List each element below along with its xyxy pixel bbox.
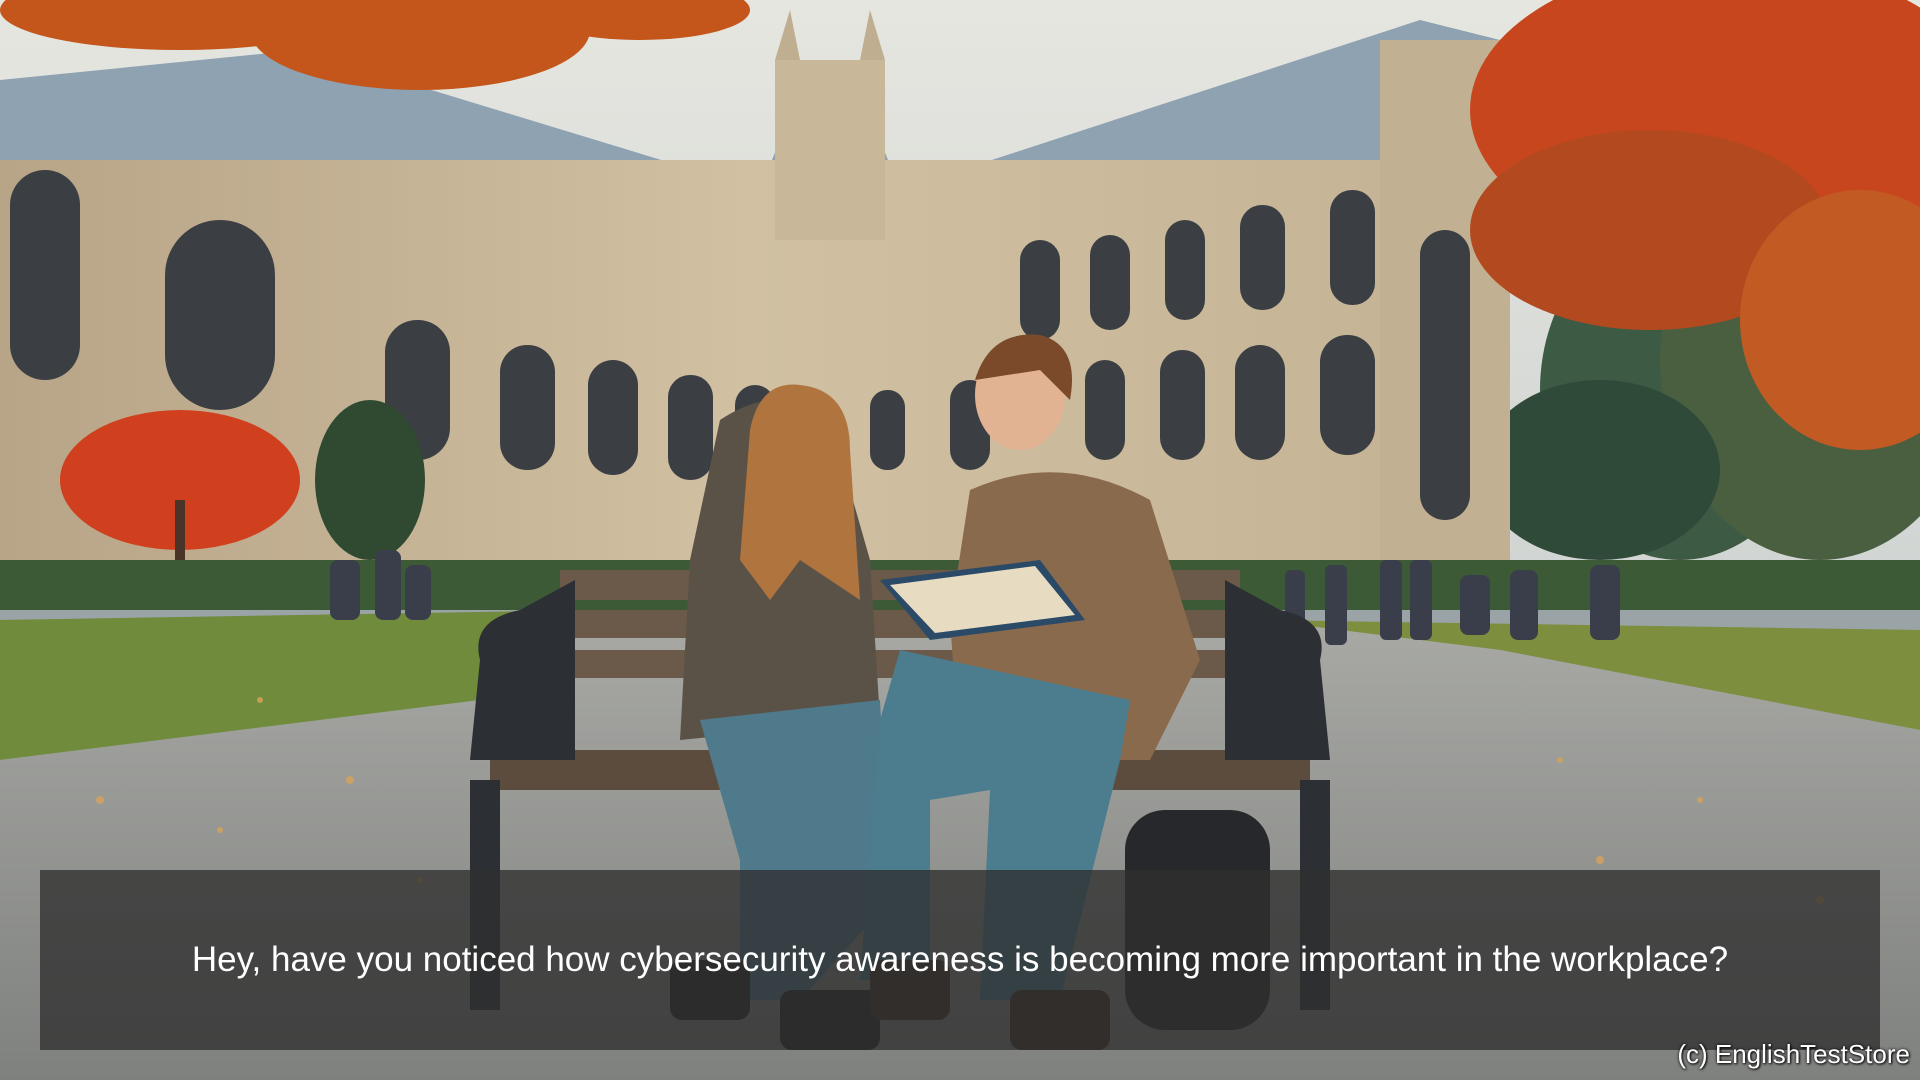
hedge-cone xyxy=(315,400,425,560)
copyright-watermark: (c) EnglishTestStore xyxy=(1677,1039,1910,1069)
subtitle-caption-text: Hey, have you noticed how cybersecurity … xyxy=(191,940,1729,979)
subtitle-caption-box: Hey, have you noticed how cybersecurity … xyxy=(40,870,1880,1050)
